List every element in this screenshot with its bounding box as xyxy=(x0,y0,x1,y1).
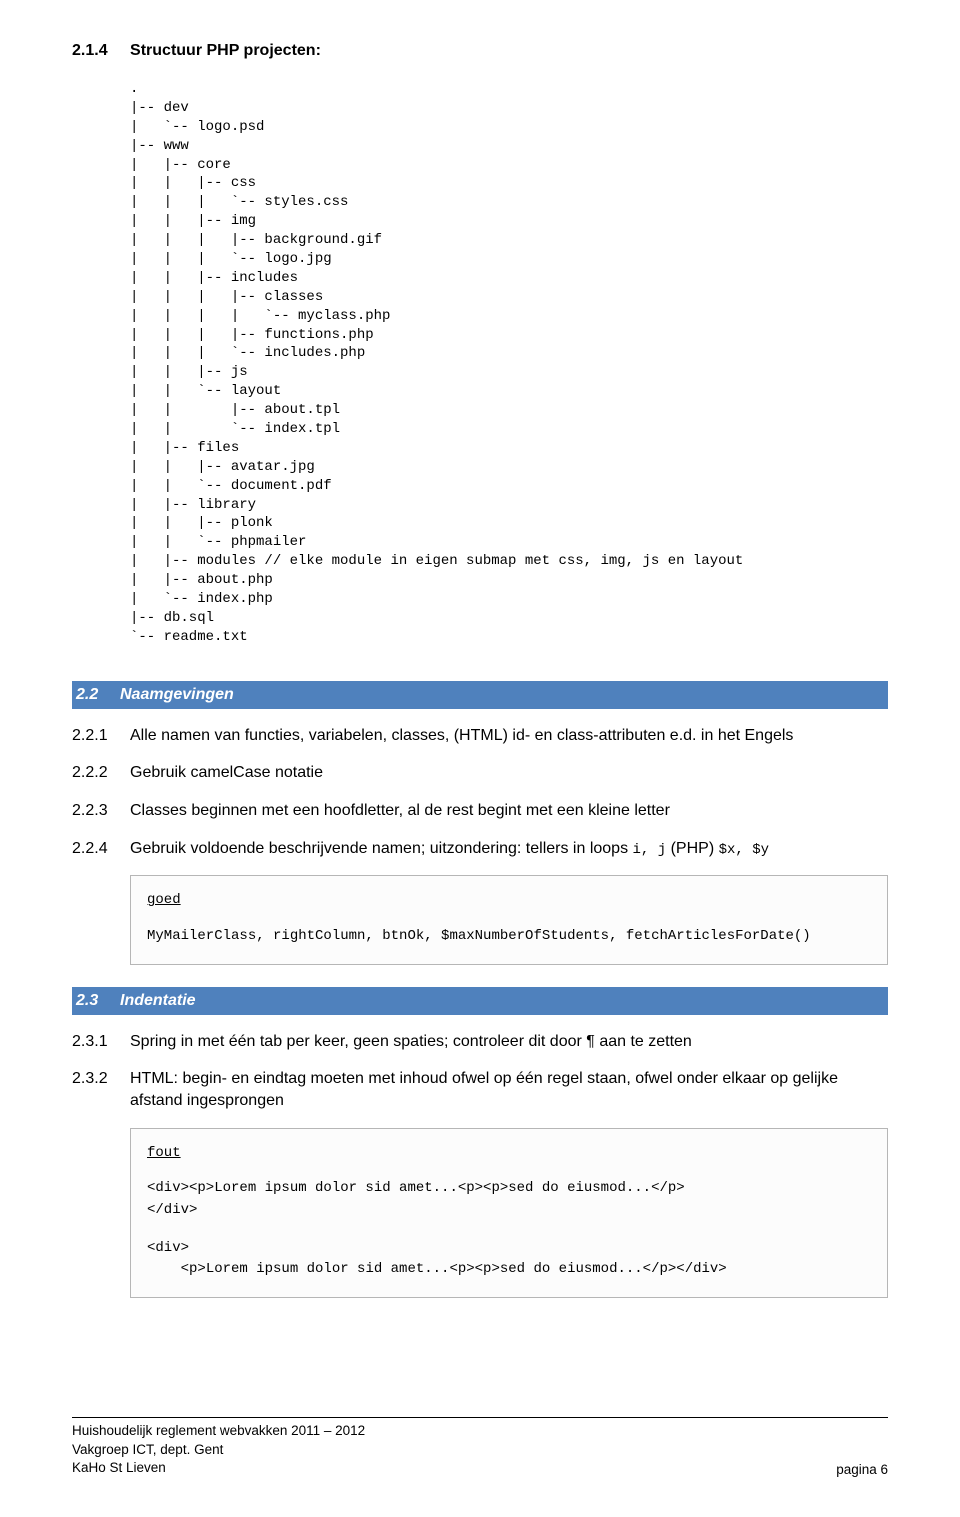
item-number: 2.3.2 xyxy=(72,1068,130,1111)
section-bar-title: Indentatie xyxy=(120,992,196,1010)
heading-text: Structuur PHP projecten: xyxy=(130,42,321,59)
item-232: 2.3.2 HTML: begin- en eindtag moeten met… xyxy=(72,1068,888,1111)
section-bar-23: 2.3 Indentatie xyxy=(72,987,888,1015)
footer-left: Huishoudelijk reglement webvakken 2011 –… xyxy=(72,1422,365,1477)
item-text: Alle namen van functies, variabelen, cla… xyxy=(130,725,888,747)
item-text-mid: (PHP) xyxy=(666,840,718,857)
section-bar-title: Naamgevingen xyxy=(120,686,234,704)
item-number: 2.3.1 xyxy=(72,1031,130,1053)
codebox-block-2: <div> <p>Lorem ipsum dolor sid amet...<p… xyxy=(147,1238,871,1281)
item-text: Gebruik voldoende beschrijvende namen; u… xyxy=(130,838,888,860)
inline-code: $x, $y xyxy=(719,842,769,858)
inline-code: i, j xyxy=(633,842,667,858)
item-number: 2.2.3 xyxy=(72,800,130,822)
codebox-fout: fout <div><p>Lorem ipsum dolor sid amet.… xyxy=(130,1128,888,1298)
item-text: Spring in met één tab per keer, geen spa… xyxy=(130,1031,888,1053)
codebox-block-1: <div><p>Lorem ipsum dolor sid amet...<p>… xyxy=(147,1178,871,1221)
item-text: HTML: begin- en eindtag moeten met inhou… xyxy=(130,1068,888,1111)
section-bar-22: 2.2 Naamgevingen xyxy=(72,681,888,709)
section-bar-number: 2.2 xyxy=(72,686,120,704)
item-223: 2.2.3 Classes beginnen met een hoofdlett… xyxy=(72,800,888,822)
footer-line-1: Huishoudelijk reglement webvakken 2011 –… xyxy=(72,1422,365,1440)
heading-214: 2.1.4 Structuur PHP projecten: xyxy=(72,42,888,60)
codebox-label: fout xyxy=(147,1143,871,1165)
heading-number: 2.1.4 xyxy=(72,42,108,60)
codebox-goed: goed MyMailerClass, rightColumn, btnOk, … xyxy=(130,875,888,964)
item-221: 2.2.1 Alle namen van functies, variabele… xyxy=(72,725,888,747)
footer-line-2: Vakgroep ICT, dept. Gent xyxy=(72,1441,365,1459)
directory-tree: . |-- dev | `-- logo.psd |-- www | |-- c… xyxy=(130,80,888,647)
item-number: 2.2.2 xyxy=(72,762,130,784)
codebox-body: MyMailerClass, rightColumn, btnOk, $maxN… xyxy=(147,926,871,948)
item-number: 2.2.4 xyxy=(72,838,130,860)
item-text: Gebruik camelCase notatie xyxy=(130,762,888,784)
document-page: 2.1.4 Structuur PHP projecten: . |-- dev… xyxy=(0,0,960,1517)
footer-page-number: pagina 6 xyxy=(836,1462,888,1477)
page-footer: Huishoudelijk reglement webvakken 2011 –… xyxy=(72,1417,888,1477)
item-222: 2.2.2 Gebruik camelCase notatie xyxy=(72,762,888,784)
item-text: Classes beginnen met een hoofdletter, al… xyxy=(130,800,888,822)
item-number: 2.2.1 xyxy=(72,725,130,747)
codebox-label: goed xyxy=(147,890,871,912)
item-224: 2.2.4 Gebruik voldoende beschrijvende na… xyxy=(72,838,888,860)
section-bar-number: 2.3 xyxy=(72,992,120,1010)
item-231: 2.3.1 Spring in met één tab per keer, ge… xyxy=(72,1031,888,1053)
footer-line-3: KaHo St Lieven xyxy=(72,1459,365,1477)
item-text-pre: Gebruik voldoende beschrijvende namen; u… xyxy=(130,840,633,857)
